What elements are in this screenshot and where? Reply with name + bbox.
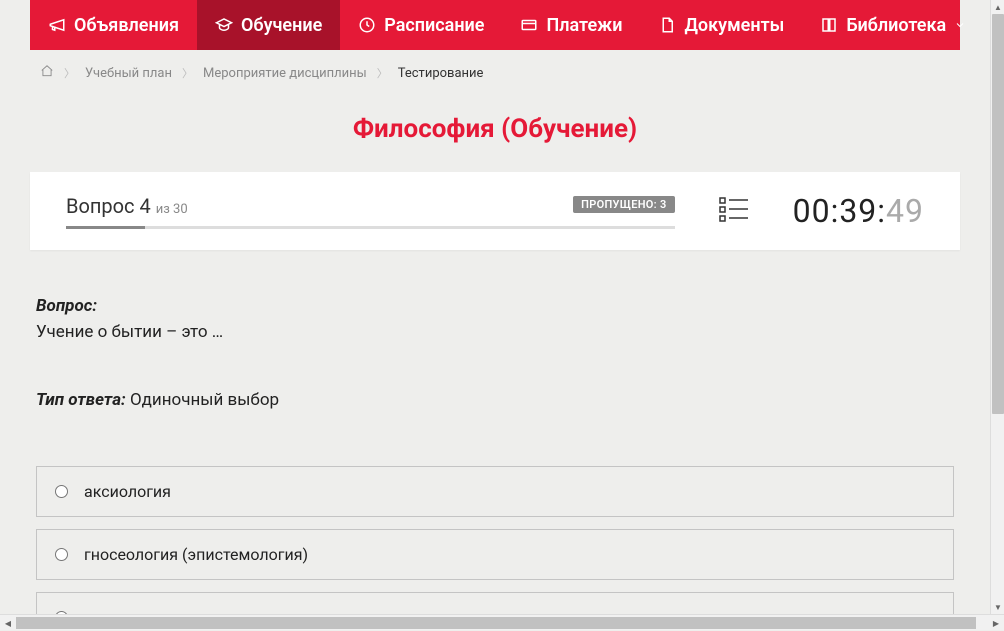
nav-label: Объявления	[74, 15, 179, 36]
chevron-right-icon: 〉	[182, 65, 193, 81]
option-item[interactable]: гносеология (эпистемология)	[36, 529, 954, 580]
chevron-right-icon: 〉	[377, 65, 388, 81]
question-prefix: Вопрос	[66, 194, 135, 218]
card-icon	[520, 16, 538, 34]
page-title: Философия (Обучение)	[30, 114, 960, 144]
skipped-badge: ПРОПУЩЕНО: 3	[573, 196, 674, 213]
breadcrumb-link[interactable]: Мероприятие дисциплины	[203, 66, 367, 81]
timer-seconds: 39	[839, 192, 877, 230]
nav-label: Документы	[684, 15, 784, 36]
breadcrumb-current: Тестирование	[398, 66, 484, 81]
scroll-up-arrow[interactable]: ▲	[991, 0, 1004, 14]
megaphone-icon	[48, 16, 66, 34]
graduation-icon	[215, 16, 233, 34]
timer: 00:39:49	[793, 192, 924, 230]
scroll-right-arrow[interactable]: ▶	[988, 615, 1004, 631]
chevron-right-icon: 〉	[64, 65, 75, 81]
nav-label: Обучение	[241, 15, 322, 36]
option-text: аксиология	[84, 482, 171, 501]
question-label: Вопрос:	[36, 296, 954, 316]
progress-bar	[66, 226, 675, 229]
status-card: Вопрос 4 из 30 ПРОПУЩЕНО: 3	[30, 172, 960, 250]
option-text: гносеология (эпистемология)	[84, 545, 308, 564]
timer-minutes: 00	[793, 192, 831, 230]
scroll-down-arrow[interactable]: ▼	[991, 600, 1004, 614]
breadcrumb-link[interactable]: Учебный план	[85, 66, 172, 81]
scroll-thumb-v[interactable]	[992, 14, 1004, 414]
nav-learning[interactable]: Обучение	[197, 0, 340, 50]
breadcrumb: 〉 Учебный план 〉 Мероприятие дисциплины …	[30, 50, 960, 96]
option-radio[interactable]	[55, 485, 68, 498]
option-item[interactable]: онтология	[36, 592, 954, 614]
option-radio[interactable]	[55, 548, 68, 561]
scroll-left-arrow[interactable]: ◀	[0, 615, 16, 631]
home-icon[interactable]	[40, 64, 54, 82]
answer-type: Тип ответа: Одиночный выбор	[36, 390, 954, 410]
main-nav: Объявления Обучение Расписание Платежи	[30, 0, 960, 50]
clock-icon	[358, 16, 376, 34]
document-icon	[658, 16, 676, 34]
nav-label: Платежи	[546, 15, 622, 36]
chevron-down-icon	[954, 19, 966, 31]
question-number: 4	[139, 194, 150, 218]
nav-announcements[interactable]: Объявления	[30, 0, 197, 50]
nav-label: Библиотека	[846, 15, 946, 36]
nav-payments[interactable]: Платежи	[502, 0, 640, 50]
option-item[interactable]: аксиология	[36, 466, 954, 517]
vertical-scrollbar[interactable]: ▲ ▼	[990, 0, 1004, 614]
timer-centiseconds: 49	[886, 192, 924, 230]
book-icon	[820, 16, 838, 34]
nav-documents[interactable]: Документы	[640, 0, 802, 50]
progress-fill	[66, 226, 145, 229]
horizontal-scrollbar[interactable]: ◀ ▶	[0, 614, 1004, 630]
options-list: аксиология гносеология (эпистемология) о…	[30, 466, 960, 614]
question-total: из 30	[156, 202, 188, 217]
scroll-thumb-h[interactable]	[16, 617, 976, 629]
nav-schedule[interactable]: Расписание	[340, 0, 502, 50]
nav-library[interactable]: Библиотека	[802, 0, 984, 50]
question-text: Учение о бытии – это …	[36, 322, 954, 342]
answer-type-label: Тип ответа:	[36, 390, 126, 410]
answer-type-value: Одиночный выбор	[130, 390, 279, 410]
nav-label: Расписание	[384, 15, 484, 36]
question-section: Вопрос: Учение о бытии – это … Тип ответ…	[30, 296, 960, 410]
question-progress: Вопрос 4 из 30 ПРОПУЩЕНО: 3	[66, 194, 675, 229]
question-list-button[interactable]	[695, 196, 773, 226]
